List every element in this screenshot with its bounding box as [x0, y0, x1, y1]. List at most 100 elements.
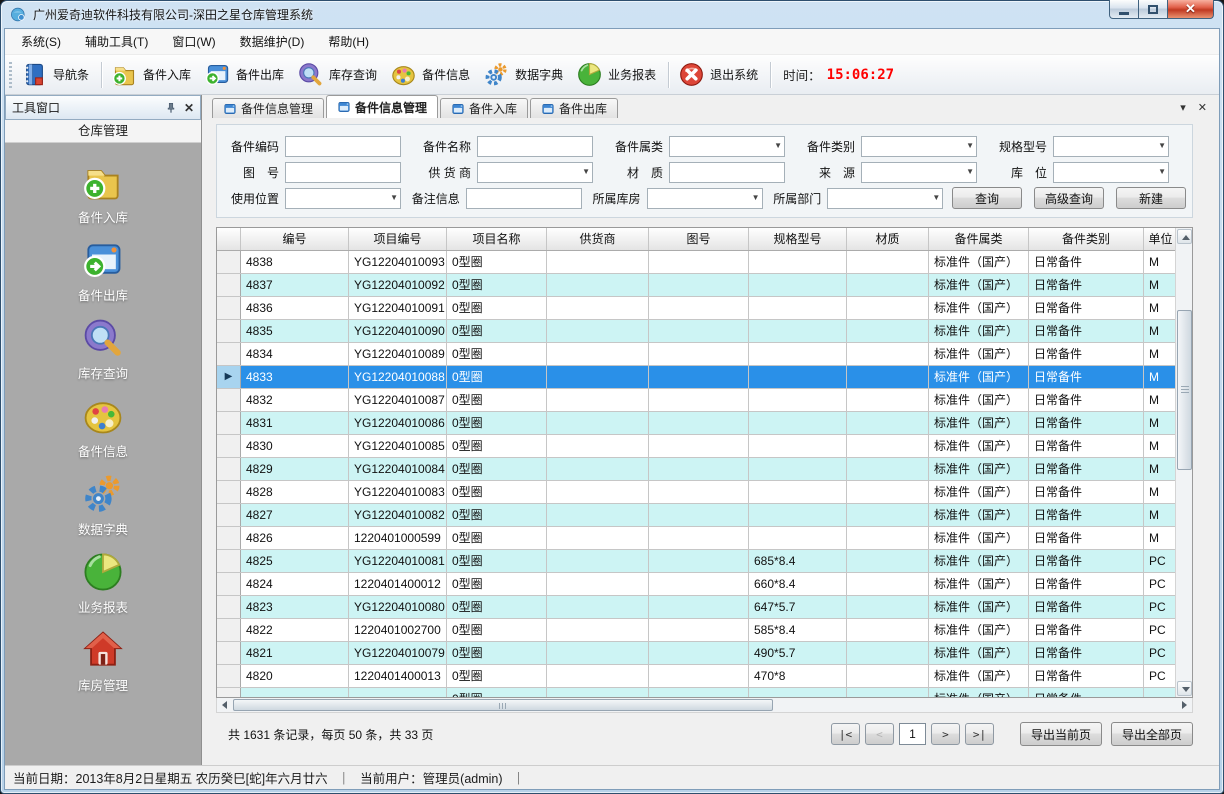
- sidebar-item-magnifier[interactable]: 库存查询: [78, 316, 128, 382]
- toolbar: 导航条备件入库备件出库库存查询备件信息数据字典业务报表退出系统 时间： 15:0…: [5, 55, 1219, 95]
- tab-close-icon[interactable]: ✕: [1198, 101, 1207, 114]
- sidebar-item-folder-in[interactable]: 备件入库: [78, 160, 128, 226]
- export-all-pages-button[interactable]: 导出全部页: [1111, 722, 1193, 746]
- table-row[interactable]: 482412204014000120型圈660*8.4标准件（国产）日常备件PC: [217, 573, 1175, 596]
- search-input[interactable]: [285, 162, 401, 183]
- toolbar-button-book[interactable]: 导航条: [16, 58, 97, 91]
- page-number-input[interactable]: 1: [899, 723, 926, 745]
- previous-page-button[interactable]: <: [865, 723, 894, 745]
- table-row[interactable]: 482612204010005990型圈标准件（国产）日常备件M: [217, 527, 1175, 550]
- column-header[interactable]: 备件类别: [1029, 228, 1144, 250]
- column-header[interactable]: 编号: [241, 228, 349, 250]
- table-cell: [547, 550, 649, 572]
- last-page-button[interactable]: >|: [965, 723, 994, 745]
- table-row[interactable]: 4834YG122040100890型圈标准件（国产）日常备件M: [217, 343, 1175, 366]
- column-header[interactable]: 备件属类: [929, 228, 1029, 250]
- table-row[interactable]: 4829YG122040100840型圈标准件（国产）日常备件M: [217, 458, 1175, 481]
- table-row[interactable]: ▶4833YG122040100880型圈标准件（国产）日常备件M: [217, 366, 1175, 389]
- sidebar-item-palette[interactable]: 备件信息: [78, 394, 128, 460]
- table-row[interactable]: 4823YG122040100800型圈647*5.7标准件（国产）日常备件PC: [217, 596, 1175, 619]
- search-select[interactable]: ▼: [1053, 162, 1169, 183]
- scroll-up-icon[interactable]: [1177, 229, 1192, 244]
- next-page-button[interactable]: >: [931, 723, 960, 745]
- search-select[interactable]: ▼: [827, 188, 943, 209]
- table-row[interactable]: 0型圈标准件（国产）日常备件: [217, 688, 1175, 697]
- toolbar-button-magnifier[interactable]: 库存查询: [292, 58, 385, 91]
- column-header[interactable]: 图号: [649, 228, 749, 250]
- column-header[interactable]: 材质: [847, 228, 929, 250]
- search-select[interactable]: ▼: [861, 136, 977, 157]
- toolbar-button-gears[interactable]: 数据字典: [478, 58, 571, 91]
- search-select[interactable]: ▼: [1053, 136, 1169, 157]
- table-row[interactable]: 4828YG122040100830型圈标准件（国产）日常备件M: [217, 481, 1175, 504]
- advanced-query-button[interactable]: 高级查询: [1034, 187, 1104, 209]
- menu-item-5[interactable]: 帮助(H): [316, 29, 381, 54]
- toolbar-button-folder-in[interactable]: 备件入库: [106, 58, 199, 91]
- table-row[interactable]: 4830YG122040100850型圈标准件（国产）日常备件M: [217, 435, 1175, 458]
- scroll-right-icon[interactable]: [1177, 698, 1192, 711]
- search-input[interactable]: [669, 162, 785, 183]
- table-row[interactable]: 482212204010027000型圈585*8.4标准件（国产）日常备件PC: [217, 619, 1175, 642]
- query-button[interactable]: 查询: [952, 187, 1022, 209]
- menu-item-4[interactable]: 数据维护(D): [228, 29, 317, 54]
- search-input[interactable]: [466, 188, 582, 209]
- table-row[interactable]: 4827YG122040100820型圈标准件（国产）日常备件M: [217, 504, 1175, 527]
- search-select[interactable]: ▼: [861, 162, 977, 183]
- minimize-button[interactable]: [1109, 0, 1139, 19]
- scroll-down-icon[interactable]: [1177, 681, 1192, 696]
- column-header[interactable]: 项目编号: [349, 228, 447, 250]
- maximize-button[interactable]: [1139, 0, 1168, 19]
- toolbar-button-pie[interactable]: 业务报表: [571, 58, 664, 91]
- column-header[interactable]: 供货商: [547, 228, 649, 250]
- column-header[interactable]: 单位: [1144, 228, 1175, 250]
- column-header[interactable]: 项目名称: [447, 228, 547, 250]
- table-row[interactable]: 4831YG122040100860型圈标准件（国产）日常备件M: [217, 412, 1175, 435]
- table-row[interactable]: 4825YG122040100810型圈685*8.4标准件（国产）日常备件PC: [217, 550, 1175, 573]
- horizontal-scrollbar[interactable]: [216, 698, 1193, 713]
- sidebar-item-pie[interactable]: 业务报表: [78, 550, 128, 616]
- scroll-left-icon[interactable]: [217, 698, 232, 711]
- table-cell: [649, 435, 749, 457]
- new-button[interactable]: 新建: [1116, 187, 1186, 209]
- search-input[interactable]: [285, 136, 401, 157]
- table-row[interactable]: 4836YG122040100910型圈标准件（国产）日常备件M: [217, 297, 1175, 320]
- tab-4[interactable]: 备件出库: [530, 98, 618, 118]
- sidebar-item-house[interactable]: 库房管理: [78, 628, 128, 694]
- table-row[interactable]: 482012204014000130型圈470*8标准件（国产）日常备件PC: [217, 665, 1175, 688]
- sidebar-item-gears[interactable]: 数据字典: [78, 472, 128, 538]
- tab-list-chevron-down-icon[interactable]: ▾: [1180, 101, 1186, 114]
- first-page-button[interactable]: |<: [831, 723, 860, 745]
- search-input[interactable]: [477, 136, 593, 157]
- vertical-scrollbar-thumb[interactable]: [1177, 310, 1192, 470]
- horizontal-scrollbar-thumb[interactable]: [233, 699, 773, 711]
- table-row[interactable]: 4832YG122040100870型圈标准件（国产）日常备件M: [217, 389, 1175, 412]
- menu-item-2[interactable]: 辅助工具(T): [73, 29, 160, 54]
- sidebar-group-title[interactable]: 仓库管理: [5, 120, 201, 143]
- table-row[interactable]: 4821YG122040100790型圈490*5.7标准件（国产）日常备件PC: [217, 642, 1175, 665]
- toolbar-button-window-out[interactable]: 备件出库: [199, 58, 292, 91]
- table-row[interactable]: 4837YG122040100920型圈标准件（国产）日常备件M: [217, 274, 1175, 297]
- pin-icon[interactable]: [164, 101, 178, 115]
- table-row[interactable]: 4835YG122040100900型圈标准件（国产）日常备件M: [217, 320, 1175, 343]
- close-button[interactable]: ✕: [1168, 0, 1214, 19]
- search-select[interactable]: ▼: [669, 136, 785, 157]
- search-select[interactable]: ▼: [477, 162, 593, 183]
- toolbar-button-palette[interactable]: 备件信息: [385, 58, 478, 91]
- tab-1[interactable]: 备件信息管理: [212, 98, 324, 118]
- search-select[interactable]: ▼: [285, 188, 401, 209]
- tab-2[interactable]: 备件信息管理: [326, 95, 438, 118]
- column-header[interactable]: 规格型号: [749, 228, 847, 250]
- toolbar-grip[interactable]: [9, 62, 12, 88]
- menu-item-1[interactable]: 系统(S): [9, 29, 73, 54]
- export-current-page-button[interactable]: 导出当前页: [1020, 722, 1102, 746]
- table-cell: 647*5.7: [749, 596, 847, 618]
- sidebar-close-icon[interactable]: ✕: [184, 101, 194, 115]
- table-cell: 日常备件: [1029, 251, 1144, 273]
- search-select[interactable]: ▼: [647, 188, 763, 209]
- sidebar-item-window-out[interactable]: 备件出库: [78, 238, 128, 304]
- menu-item-3[interactable]: 窗口(W): [160, 29, 227, 54]
- toolbar-button-exit[interactable]: 退出系统: [673, 58, 766, 91]
- tab-3[interactable]: 备件入库: [440, 98, 528, 118]
- vertical-scrollbar[interactable]: [1175, 228, 1192, 697]
- table-row[interactable]: 4838YG122040100930型圈标准件（国产）日常备件M: [217, 251, 1175, 274]
